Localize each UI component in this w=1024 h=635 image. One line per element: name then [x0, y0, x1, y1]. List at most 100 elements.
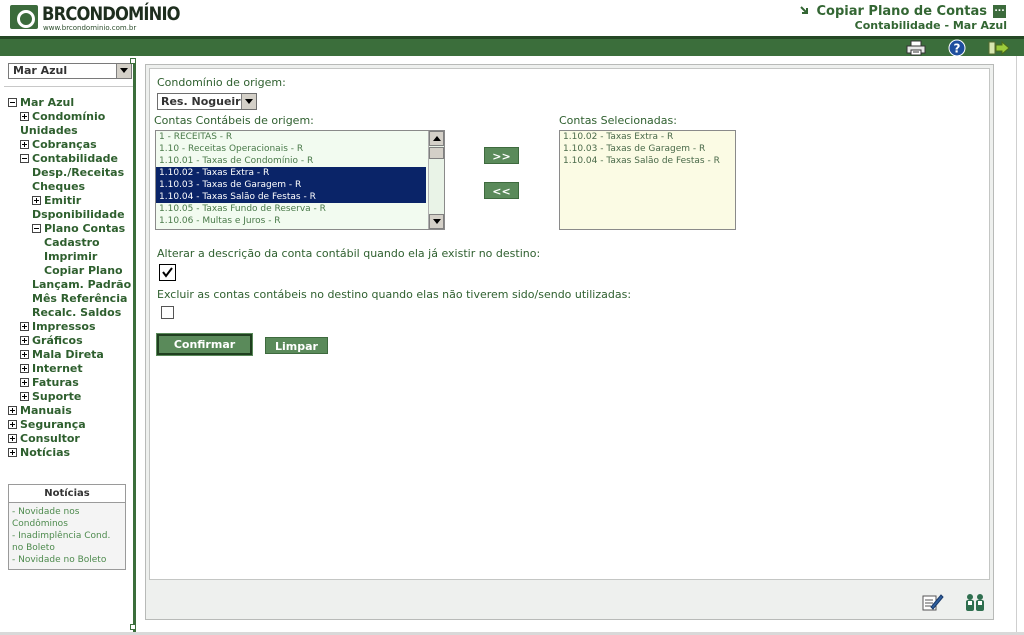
- scroll-up-icon[interactable]: [429, 131, 444, 146]
- sidebar-item-label: Lançam. Padrão: [32, 278, 132, 291]
- exit-icon[interactable]: [987, 39, 1011, 57]
- sidebar-item[interactable]: Internet: [8, 362, 133, 376]
- main-content: Condomínio de origem: Res. Nogueira Cont…: [145, 64, 994, 620]
- sidebar-item[interactable]: Consultor: [8, 432, 133, 446]
- sidebar-item-label: Plano Contas: [44, 222, 126, 235]
- delete-unused-checkbox[interactable]: [161, 306, 174, 319]
- collapse-icon[interactable]: [8, 98, 17, 107]
- edit-checklist-icon[interactable]: [922, 591, 944, 613]
- origin-label: Condomínio de origem:: [157, 76, 286, 89]
- expand-icon[interactable]: [20, 140, 29, 149]
- list-item[interactable]: 1.10.05 - Taxas Fundo de Reserva - R: [156, 203, 426, 215]
- expand-icon[interactable]: [8, 434, 17, 443]
- sidebar-item[interactable]: Desp./Receitas: [8, 166, 133, 180]
- sidebar-item-label: Cobranças: [32, 138, 97, 151]
- collapse-icon[interactable]: [32, 224, 41, 233]
- list-item[interactable]: 1 - RECEITAS - R: [156, 131, 426, 143]
- collapse-icon[interactable]: [20, 154, 29, 163]
- list-item[interactable]: 1.10 - Receitas Operacionais - R: [156, 143, 426, 155]
- sidebar-item[interactable]: Plano Contas: [8, 222, 133, 236]
- scroll-down-icon[interactable]: [429, 214, 444, 229]
- help-icon[interactable]: ?: [946, 39, 968, 57]
- sidebar-item[interactable]: Segurança: [8, 418, 133, 432]
- chevron-down-icon[interactable]: [116, 64, 131, 78]
- expand-icon[interactable]: [8, 448, 17, 457]
- sidebar-item[interactable]: Dsponibilidade: [8, 208, 133, 222]
- sidebar-item[interactable]: Impressos: [8, 320, 133, 334]
- arrow-down-right-icon: [800, 6, 810, 16]
- clear-button[interactable]: Limpar: [265, 337, 328, 354]
- scroll-thumb[interactable]: [429, 147, 444, 159]
- sidebar-item[interactable]: Suporte: [8, 390, 133, 404]
- list-item[interactable]: 1.10.01 - Taxas de Condomínio - R: [156, 155, 426, 167]
- window-scrollbar[interactable]: [1016, 56, 1024, 635]
- sidebar-item[interactable]: Unidades: [8, 124, 133, 138]
- list-item[interactable]: 1.10.04 - Taxas Salão de Festas - R: [560, 155, 735, 167]
- list-item[interactable]: 1.10.02 - Taxas Extra - R: [156, 167, 426, 179]
- sidebar-item-label: Desp./Receitas: [32, 166, 125, 179]
- list-item[interactable]: 1.10.03 - Taxas de Garagem - R: [156, 179, 426, 191]
- sidebar-item[interactable]: Emitir: [8, 194, 133, 208]
- news-item[interactable]: - Inadimplência Cond. no Boleto: [12, 530, 123, 554]
- sidebar-scroll-up-icon[interactable]: [130, 58, 136, 64]
- alter-description-checkbox[interactable]: [159, 264, 176, 281]
- list-item[interactable]: 1.10.04 - Taxas Salão de Festas - R: [156, 191, 426, 203]
- sidebar-item[interactable]: Notícias: [8, 446, 133, 460]
- sidebar-item[interactable]: Lançam. Padrão: [8, 278, 133, 292]
- printer-icon[interactable]: [905, 39, 927, 57]
- sidebar-item[interactable]: Mala Direta: [8, 348, 133, 362]
- sidebar-item-label: Cheques: [32, 180, 86, 193]
- expand-icon[interactable]: [32, 196, 41, 205]
- sidebar-item[interactable]: Contabilidade: [8, 152, 133, 166]
- confirm-button[interactable]: Confirmar: [156, 333, 253, 356]
- brand-logo[interactable]: BRCONDOMÍNIO www.brcondominio.com.br: [10, 3, 181, 34]
- origin-condo-select[interactable]: Res. Nogueira: [157, 93, 257, 110]
- alter-description-label: Alterar a descrição da conta contábil qu…: [157, 247, 541, 260]
- condo-select-value: Mar Azul: [13, 64, 68, 77]
- sidebar-item[interactable]: Recalc. Saldos: [8, 306, 133, 320]
- chevron-down-icon[interactable]: [241, 94, 256, 109]
- sidebar-item-label: Segurança: [20, 418, 86, 431]
- add-accounts-button[interactable]: >>: [484, 147, 519, 164]
- origin-accounts-list[interactable]: 1 - RECEITAS - R 1.10 - Receitas Operacio…: [155, 130, 445, 230]
- sidebar-item[interactable]: Mês Referência: [8, 292, 133, 306]
- more-menu-button[interactable]: ...: [993, 4, 1006, 18]
- expand-icon[interactable]: [20, 350, 29, 359]
- sidebar-item[interactable]: Faturas: [8, 376, 133, 390]
- sidebar-item-label: Consultor: [20, 432, 80, 445]
- expand-icon[interactable]: [20, 364, 29, 373]
- accounts-label: Contas Contábeis de origem:: [154, 114, 314, 127]
- sidebar-item[interactable]: Gráficos: [8, 334, 133, 348]
- sidebar-scroll-down-icon[interactable]: [130, 624, 136, 630]
- expand-icon[interactable]: [20, 378, 29, 387]
- list-item[interactable]: 1.10.02 - Taxas Extra - R: [560, 131, 735, 143]
- sidebar-item[interactable]: Mar Azul: [8, 96, 133, 110]
- sidebar-item[interactable]: Imprimir: [8, 250, 133, 264]
- selected-accounts-list[interactable]: 1.10.02 - Taxas Extra - R 1.10.03 - Taxas…: [559, 130, 736, 230]
- users-icon[interactable]: [963, 591, 987, 613]
- sidebar-item-label: Gráficos: [32, 334, 83, 347]
- list-item[interactable]: 1.10.06 - Multas e Juros - R: [156, 215, 426, 227]
- list-scrollbar[interactable]: [428, 131, 444, 229]
- news-item[interactable]: - Novidade no Boleto: [12, 554, 123, 566]
- sidebar-item[interactable]: Condomínio: [8, 110, 133, 124]
- sidebar-item[interactable]: Cheques: [8, 180, 133, 194]
- sidebar-item[interactable]: Copiar Plano: [8, 264, 133, 278]
- sidebar-item[interactable]: Cobranças: [8, 138, 133, 152]
- logo-mark-icon: [10, 5, 38, 29]
- expand-icon[interactable]: [20, 392, 29, 401]
- expand-icon[interactable]: [8, 420, 17, 429]
- expand-icon[interactable]: [20, 112, 29, 121]
- sidebar: Mar Azul Mar Azul Condomínio Unidades Cobra…: [4, 58, 136, 632]
- sidebar-item-label: Condomínio: [32, 110, 106, 123]
- list-item[interactable]: 1.10.03 - Taxas de Garagem - R: [560, 143, 735, 155]
- sidebar-item[interactable]: Cadastro: [8, 236, 133, 250]
- condo-select[interactable]: Mar Azul: [8, 63, 132, 79]
- remove-accounts-button[interactable]: <<: [484, 182, 519, 199]
- expand-icon[interactable]: [20, 336, 29, 345]
- sidebar-item[interactable]: Manuais: [8, 404, 133, 418]
- expand-icon[interactable]: [20, 322, 29, 331]
- sidebar-item-label: Manuais: [20, 404, 72, 417]
- expand-icon[interactable]: [8, 406, 17, 415]
- news-item[interactable]: - Novidade nos Condôminos: [12, 506, 123, 530]
